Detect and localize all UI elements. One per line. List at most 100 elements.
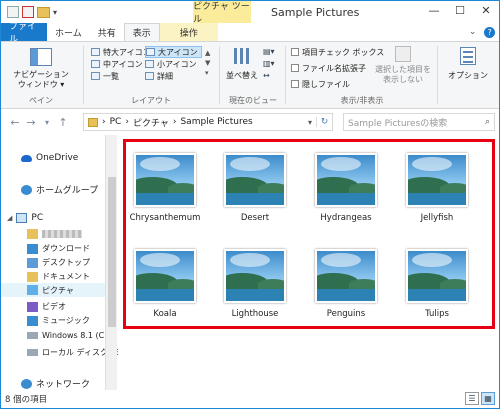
search-icon[interactable]: ⌕ [485,117,490,127]
sort-by-label: 並べ替え [226,71,258,80]
pane-group-label: ペイン [29,96,53,105]
tab-share[interactable]: 共有 [90,23,124,41]
nav-item-music[interactable]: ミュージック [27,315,90,326]
sort-icon [231,46,253,68]
file-item[interactable]: Lighthouse [215,249,295,320]
new-folder-icon[interactable] [37,6,50,18]
recent-locations-button[interactable]: ▾ [39,118,55,127]
expand-ribbon-icon[interactable]: ⌄ [469,27,477,37]
nav-item-pictures[interactable]: ピクチャ [1,283,105,297]
file-extensions-checkbox[interactable] [291,64,299,72]
file-name: Desert [240,213,270,223]
options-icon [458,46,478,68]
options-button[interactable]: オプション [441,46,495,81]
scrollbar-thumb[interactable] [108,177,116,327]
forward-button[interactable]: → [23,116,39,129]
file-extensions-toggle[interactable]: ファイル名拡張子 [291,62,384,74]
nav-item-documents[interactable]: ドキュメント [27,271,90,282]
help-icon[interactable]: ? [484,26,496,38]
large-icons-view-button[interactable]: ▦ [481,392,495,405]
maximize-button[interactable]: ☐ [447,1,473,19]
pane-group: ナビゲーション ウィンドウ ▾ ペイン [3,42,79,108]
item-check-boxes-checkbox[interactable] [291,48,299,56]
layout-details[interactable]: 詳細 [145,70,202,82]
chevron-down-icon: ▾ [44,117,49,127]
item-check-boxes-toggle[interactable]: 項目チェック ボックス [291,46,384,58]
layout-extra-large-icons[interactable]: 特大アイコン [91,46,151,58]
large-icons-icon [146,48,155,56]
hidden-items-checkbox[interactable] [291,80,299,88]
layout-large-icons[interactable]: 大アイコン [145,46,202,58]
address-dropdown-icon[interactable]: ▾ [308,118,312,127]
nav-item-user[interactable] [27,229,82,239]
breadcrumb-pc[interactable]: PC [110,117,122,127]
ribbon-divider [285,46,286,104]
group-by-icon[interactable]: ▤▾ [263,46,275,58]
layout-extra-large-label: 特大アイコン [103,47,151,57]
file-item[interactable]: Hydrangeas [306,153,386,224]
tab-home[interactable]: ホーム [47,23,90,41]
medium-icons-icon [91,60,100,68]
music-icon [27,315,38,326]
file-name: Lighthouse [231,309,279,319]
nav-pc-label: PC [31,213,44,223]
breadcrumb-pictures[interactable]: ピクチャ [133,116,169,129]
address-bar[interactable]: › PC › ピクチャ › Sample Pictures ▾ ↻ [83,113,333,131]
nav-pictures-label: ピクチャ [42,285,74,295]
file-item[interactable]: Desert [215,153,295,224]
window-menu-icon[interactable] [7,6,19,18]
file-item[interactable]: Tulips [397,249,477,320]
add-columns-icon[interactable]: ▥▾ [263,58,275,70]
up-button[interactable]: ↑ [55,116,71,129]
nav-item-homegroup[interactable]: ホームグループ [21,183,98,196]
back-button[interactable]: ← [7,116,23,129]
file-item[interactable]: Jellyfish [397,153,477,224]
refresh-icon[interactable]: ↻ [316,117,332,127]
back-arrow-icon: ← [10,115,20,129]
layout-more-icon[interactable]: ▲ ▼ ▾ [205,48,210,78]
navigation-pane-button[interactable]: ナビゲーション ウィンドウ ▾ [3,46,79,90]
close-button[interactable]: ✕ [473,1,499,19]
image-thumbnail [315,153,377,207]
hide-selected-button[interactable]: 選択した項目を 表示しない [373,46,433,85]
navigation-pane-label-2: ウィンドウ ▾ [17,80,65,89]
search-input[interactable]: Sample Picturesの検索 ⌕ [343,113,495,131]
nav-item-onedrive[interactable]: OneDrive [21,153,78,163]
tab-manage[interactable]: 操作 [159,23,218,41]
redacted-username [42,230,82,238]
breadcrumb-sample-pictures[interactable]: Sample Pictures [180,117,252,127]
navigation-pane-scrollbar[interactable] [105,135,117,390]
quick-access-toolbar: ▾ [7,5,57,19]
file-item[interactable]: Koala [125,249,205,320]
layout-list[interactable]: 一覧 [91,70,151,82]
address-row: ← → ▾ ↑ › PC › ピクチャ › Sample Pictures ▾ … [1,111,499,133]
sort-by-button[interactable]: 並べ替え [225,46,259,81]
expand-arrow-icon[interactable]: ◢ [7,214,12,222]
details-icon: ☰ [468,394,476,403]
image-thumbnail [315,249,377,303]
breadcrumb-separator-icon: › [102,117,106,127]
downloads-icon [27,243,38,254]
size-columns-icon[interactable]: ↔ [263,70,275,82]
nav-item-videos[interactable]: ビデオ [27,301,66,312]
nav-item-downloads[interactable]: ダウンロード [27,243,90,254]
properties-icon[interactable] [22,6,34,18]
nav-windows-drive-label: Windows 8.1 (C [42,331,105,340]
explorer-window: ▾ ピクチャ ツール Sample Pictures — ☐ ✕ ファイル ホー… [0,0,500,409]
tab-view[interactable]: 表示 [123,23,160,41]
pictures-folder-icon [88,117,98,127]
tab-file[interactable]: ファイル [1,22,47,45]
minimize-button[interactable]: — [421,1,447,19]
file-item[interactable]: Chrysanthemum [125,153,205,224]
layout-small-icons[interactable]: 小アイコン [145,58,202,70]
nav-item-desktop[interactable]: デスクトップ [27,257,90,268]
nav-item-network[interactable]: ネットワーク [21,377,90,390]
hidden-items-toggle[interactable]: 隠しファイル [291,78,384,90]
nav-item-pc[interactable]: ◢ PC [7,213,43,223]
layout-medium-icons[interactable]: 中アイコン [91,58,151,70]
details-view-button[interactable]: ☰ [465,392,479,405]
file-item[interactable]: Penguins [306,249,386,320]
title-bar: ▾ ピクチャ ツール Sample Pictures — ☐ ✕ [1,1,499,25]
nav-item-windows-drive[interactable]: Windows 8.1 (C [27,331,104,340]
customize-toolbar-icon[interactable]: ▾ [53,8,57,17]
